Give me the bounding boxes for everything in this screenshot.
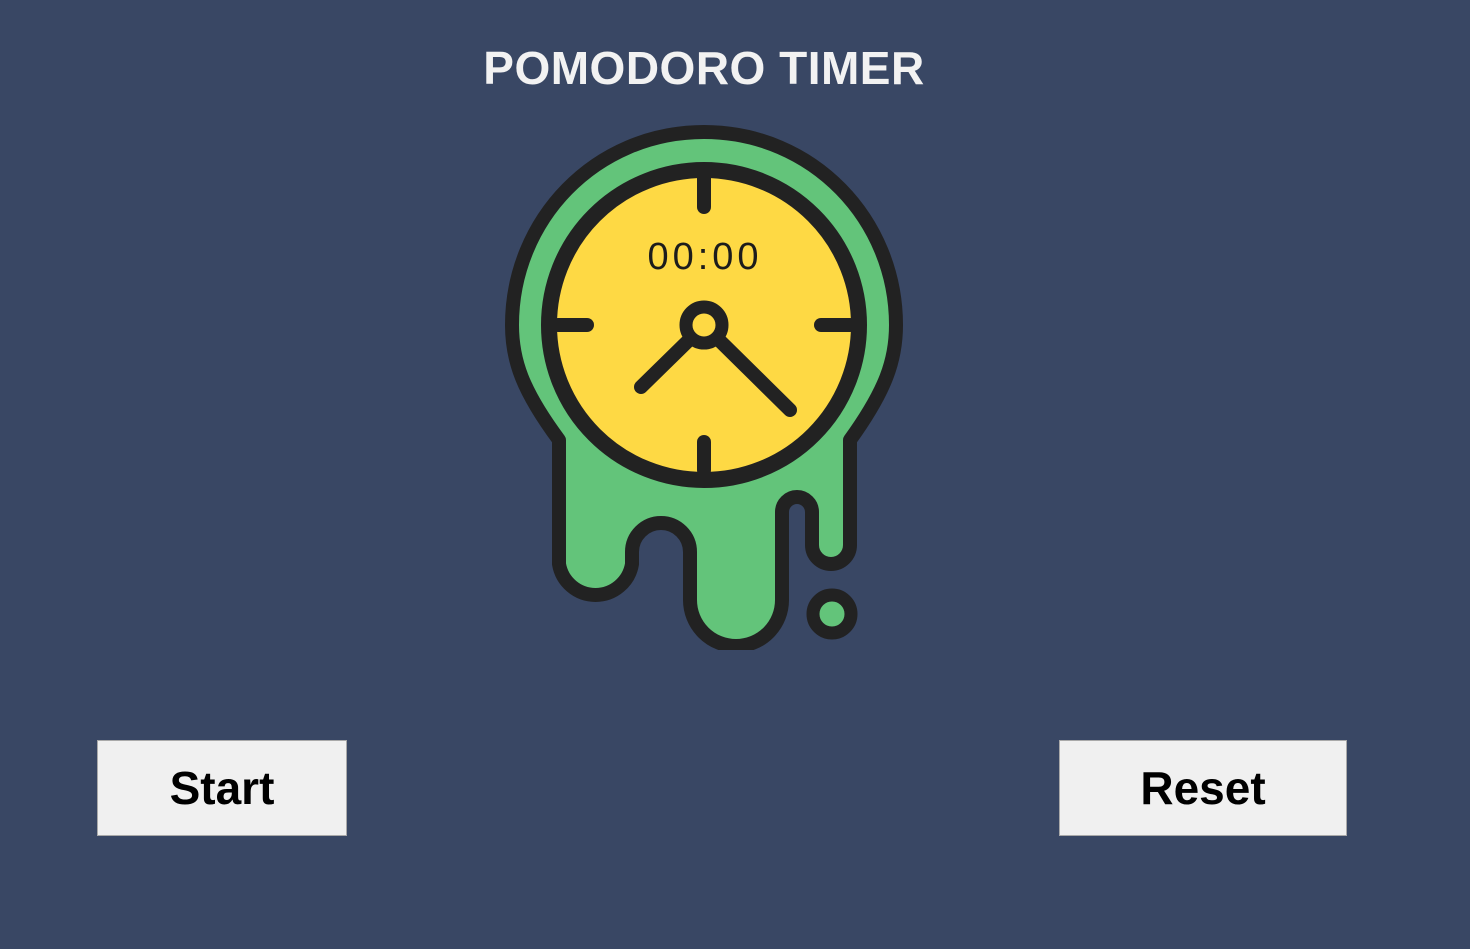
pomodoro-app-window: POMODORO TIMER 00:00 Start Reset (0, 0, 1470, 949)
clock-pivot (679, 300, 729, 350)
timer-display: 00:00 (647, 236, 762, 278)
clock-drop (806, 588, 858, 640)
reset-button[interactable]: Reset (1059, 740, 1347, 836)
page-title: POMODORO TIMER (483, 42, 925, 94)
start-button[interactable]: Start (97, 740, 347, 836)
melting-clock-icon: 00:00 (500, 120, 910, 650)
